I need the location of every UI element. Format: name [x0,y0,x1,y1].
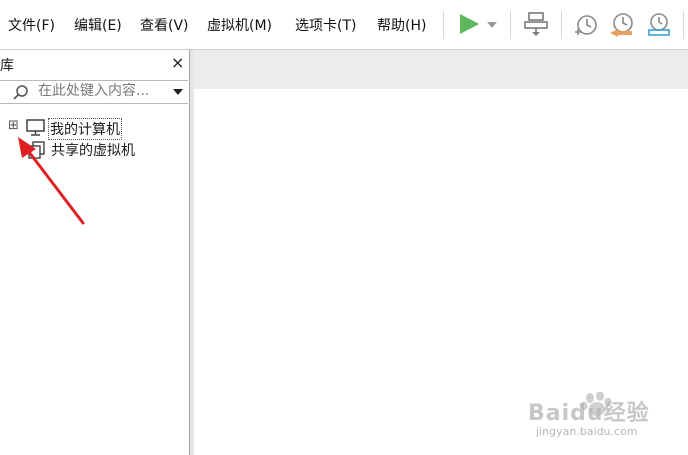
close-icon[interactable]: × [171,53,184,72]
menu-edit[interactable]: 编辑(E) [74,15,122,35]
watermark-url: jingyan.baidu.com [536,425,638,438]
library-search-box [0,80,188,104]
tree-item-my-computer[interactable]: ⊞ 我的计算机 [0,118,188,140]
menu-vm[interactable]: 虚拟机(M) [207,15,272,35]
toolbar-separator [443,11,444,39]
computer-icon [26,119,45,136]
tab-strip [194,50,688,89]
toolbar-separator [561,11,562,39]
menu-bar: 文件(F) 编辑(E) 查看(V) 虚拟机(M) 选项卡(T) 帮助(H) [0,0,688,50]
baidu-watermark: Baidu经验 jingyan.baidu.com [528,392,678,442]
revert-snapshot-icon[interactable] [608,10,636,38]
play-icon[interactable] [457,10,483,38]
menu-file[interactable]: 文件(F) [8,15,55,35]
tree-item-shared-vms[interactable]: 共享的虚拟机 [0,140,188,160]
menu-help[interactable]: 帮助(H) [377,15,426,35]
dropdown-arrow-icon[interactable] [486,10,498,38]
expand-icon[interactable]: ⊞ [8,118,19,133]
manage-snapshots-icon[interactable] [645,10,673,38]
library-title: 库 [0,58,14,74]
snapshot-icon[interactable] [572,10,600,38]
menu-tabs[interactable]: 选项卡(T) [295,15,356,35]
toolbar-separator [683,11,684,39]
search-icon [13,85,28,100]
watermark-logo-text: Baidu经验 [528,401,650,426]
library-panel: 库 × ⊞ 我的计算机 共享的虚拟机 [0,50,190,455]
search-dropdown-icon[interactable] [172,88,184,98]
shared-vm-icon [28,141,45,159]
network-icon[interactable] [523,10,551,38]
toolbar-separator [510,11,511,39]
search-input[interactable] [38,82,158,100]
tree-item-label: 共享的虚拟机 [51,143,135,159]
menu-view[interactable]: 查看(V) [140,15,189,35]
tree-item-label: 我的计算机 [48,118,122,140]
